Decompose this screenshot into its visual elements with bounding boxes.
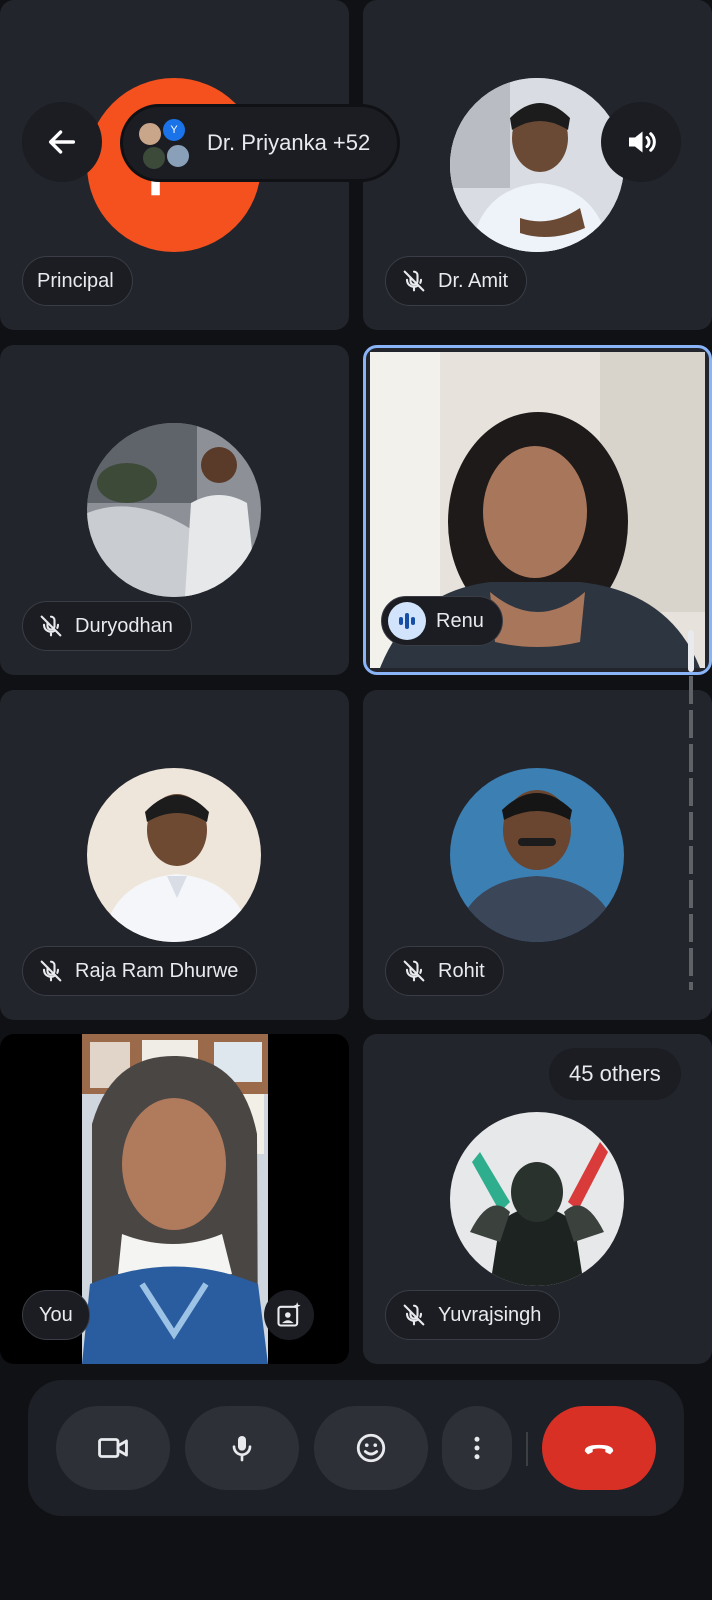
participant-name: Duryodhan: [75, 614, 173, 637]
more-options-button[interactable]: [442, 1406, 512, 1490]
scrollbar-thumb[interactable]: [688, 630, 694, 672]
more-vertical-icon: [474, 1436, 480, 1460]
mic-off-icon: [403, 1304, 425, 1326]
participant-name: Principal: [37, 269, 114, 292]
sparkle-image-icon: [277, 1302, 301, 1327]
end-call-button[interactable]: [542, 1406, 656, 1490]
participant-name: Renu: [436, 609, 484, 632]
reactions-button[interactable]: [314, 1406, 428, 1490]
avatar: [450, 78, 624, 252]
avatar: [87, 768, 261, 942]
arrow-left-icon: [48, 130, 76, 154]
mic-off-icon: [40, 960, 62, 982]
participant-tile-yuvrajsingh[interactable]: 45 others Yuvrajsingh: [363, 1034, 712, 1364]
video-camera-icon: [98, 1438, 128, 1458]
avatar: [87, 423, 261, 597]
emoji-icon: [356, 1433, 386, 1463]
avatar-photo: [450, 768, 624, 942]
scrollbar[interactable]: [688, 630, 694, 990]
participant-avatar-cluster: Y: [135, 115, 195, 171]
participant-name: Rohit: [438, 959, 485, 982]
audio-level-icon: [399, 613, 415, 629]
participant-name-label: Rohit: [385, 946, 504, 996]
participant-name-label: Duryodhan: [22, 601, 192, 651]
participant-name-label: Raja Ram Dhurwe: [22, 946, 258, 996]
visual-effects-button[interactable]: [264, 1290, 314, 1340]
mic-off-icon: [40, 615, 62, 637]
speaking-indicator: [388, 602, 426, 640]
scrollbar-track: [689, 676, 693, 990]
self-video-feed: [82, 1034, 268, 1364]
participant-tile-renu[interactable]: Renu: [363, 345, 712, 675]
participant-tile-you[interactable]: You: [0, 1034, 349, 1364]
participant-name-label: Yuvrajsingh: [385, 1290, 561, 1340]
mini-avatar-initial: Y: [170, 124, 178, 136]
avatar-photo: [87, 423, 261, 597]
participant-name-label: Principal: [22, 256, 133, 306]
others-count: 45 others: [569, 1061, 661, 1086]
participant-name-label: Dr. Amit: [385, 256, 528, 306]
participant-tile-duryodhan[interactable]: Duryodhan: [0, 345, 349, 675]
control-divider: [526, 1432, 528, 1466]
avatar-photo: [450, 1112, 624, 1286]
microphone-button[interactable]: [185, 1406, 299, 1490]
others-badge[interactable]: 45 others: [549, 1048, 681, 1100]
participant-name: Yuvrajsingh: [438, 1303, 542, 1326]
avatar-photo: [87, 768, 261, 942]
participant-name-label: You: [22, 1290, 90, 1340]
mini-avatar: [141, 145, 167, 171]
participant-tile-raja-ram-dhurwe[interactable]: Raja Ram Dhurwe: [0, 690, 349, 1020]
participant-tile-rohit[interactable]: Rohit: [363, 690, 712, 1020]
mini-avatar: Y: [161, 117, 187, 143]
speaker-button[interactable]: [601, 102, 681, 182]
speaker-icon: [629, 131, 656, 153]
avatar: [450, 768, 624, 942]
mic-off-icon: [403, 960, 425, 982]
avatar: [450, 1112, 624, 1286]
meeting-title-pill[interactable]: Y Dr. Priyanka +52: [120, 104, 400, 182]
meeting-title: Dr. Priyanka +52: [207, 130, 371, 155]
participant-name: Dr. Amit: [438, 269, 509, 292]
mic-off-icon: [403, 270, 425, 292]
participant-name: You: [39, 1303, 73, 1326]
avatar-photo: [450, 78, 624, 252]
microphone-icon: [232, 1436, 252, 1462]
back-button[interactable]: [22, 102, 102, 182]
participant-name: Raja Ram Dhurwe: [75, 959, 239, 982]
mini-avatar: [165, 143, 191, 169]
camera-button[interactable]: [56, 1406, 170, 1490]
participant-name-label: Renu: [381, 596, 503, 646]
mini-avatar: [137, 121, 163, 147]
end-call-icon: [584, 1444, 614, 1455]
